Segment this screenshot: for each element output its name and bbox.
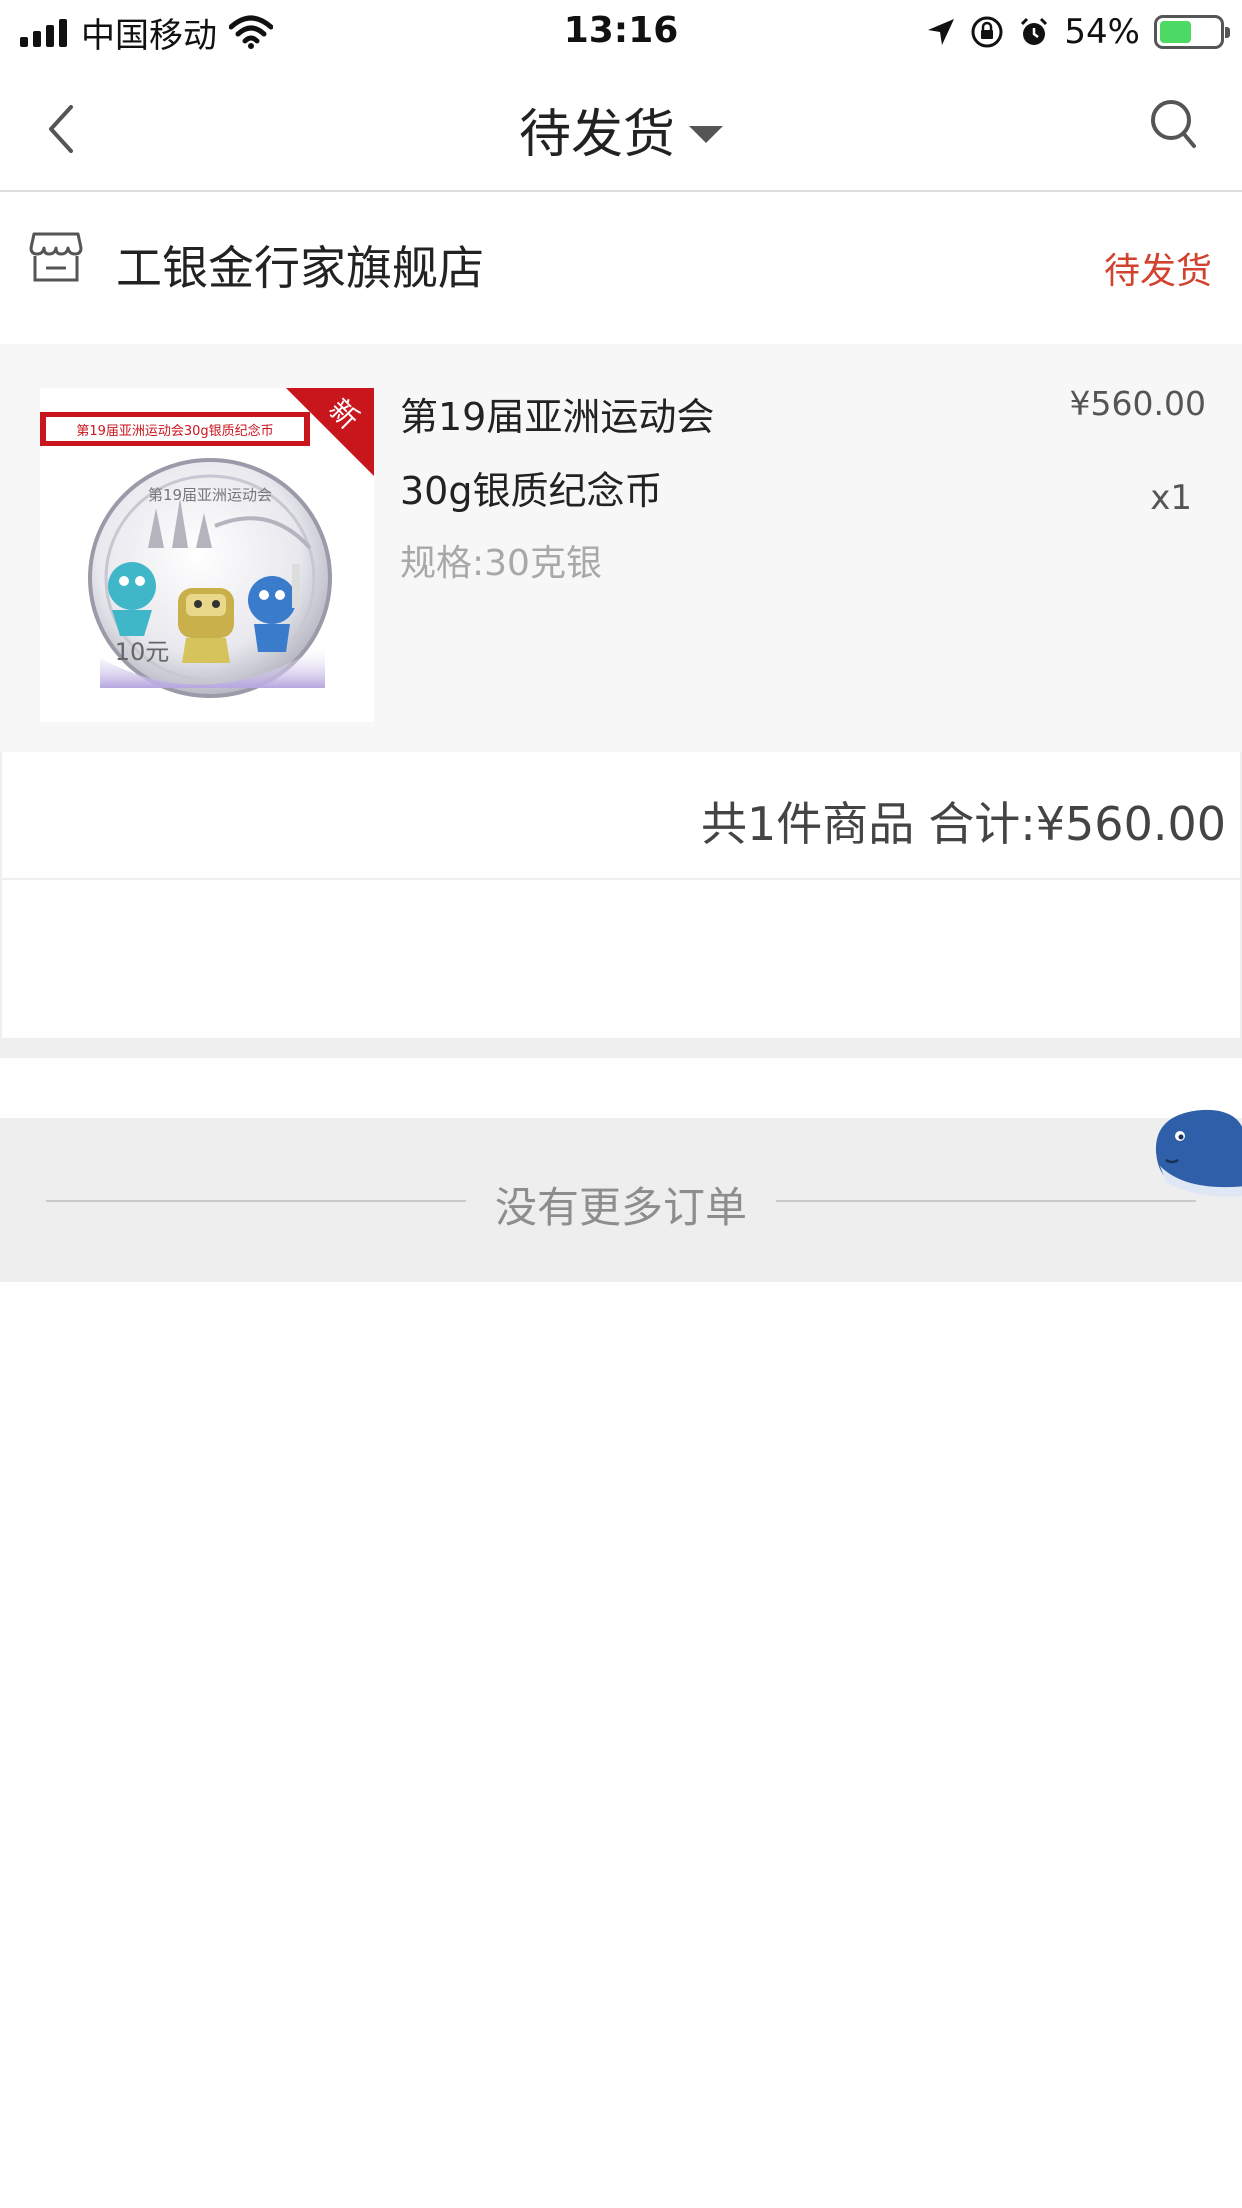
status-bar-right: 54% xyxy=(926,10,1230,54)
order-summary: 共1件商品 合计:¥560.00 xyxy=(0,752,1242,878)
location-arrow-icon xyxy=(928,19,955,45)
coin-value-text: 10元 xyxy=(115,638,170,666)
order-list-page: 中国移动 13:16 54% 待发货 工银金行家旗舰店 待发货 第19届亚洲运动… xyxy=(0,0,1242,2208)
product-image-banner-text: 第19届亚洲运动会30g银质纪念币 xyxy=(76,423,273,439)
whale-assistant-icon[interactable] xyxy=(1146,1100,1242,1200)
product-name: 第19届亚洲运动会30g银质纪念币 xyxy=(400,395,715,513)
search-icon xyxy=(1151,100,1196,148)
shop-header[interactable]: 工银金行家旗舰店 待发货 xyxy=(0,194,1242,342)
divider-line-right xyxy=(776,1200,1196,1202)
product-price: ¥560.00 xyxy=(1069,384,1206,423)
no-more-orders-text: 没有更多订单 xyxy=(494,1183,747,1232)
battery-level xyxy=(1160,21,1192,43)
order-status-label: 待发货 xyxy=(1103,251,1212,292)
status-bar: 中国移动 13:16 54% xyxy=(0,0,1242,64)
list-end-indicator: 没有更多订单 xyxy=(0,1118,1242,1282)
shop-name: 工银金行家旗舰店 xyxy=(116,241,484,295)
order-actions-area xyxy=(0,878,1242,1058)
caret-down-icon xyxy=(689,125,723,143)
coin-title-text: 第19届亚洲运动会 xyxy=(148,486,272,504)
search-button[interactable] xyxy=(1142,90,1206,160)
order-item[interactable]: 第19届亚洲运动会30g银质纪念币 新 第19届亚洲运动会 10元 第19届亚洲… xyxy=(0,344,1242,752)
orientation-lock-icon xyxy=(971,16,1003,48)
item-count: 共1件商品 xyxy=(700,797,915,851)
alarm-icon xyxy=(1021,17,1048,45)
battery-icon xyxy=(1154,15,1230,49)
product-image[interactable]: 第19届亚洲运动会30g银质纪念币 新 第19届亚洲运动会 10元 xyxy=(40,388,374,722)
product-quantity: x1 xyxy=(1150,478,1192,518)
page-title: 待发货 xyxy=(518,104,675,165)
status-filter-dropdown[interactable]: 待发货 xyxy=(0,94,1242,165)
product-spec: 规格:30克银 xyxy=(400,543,602,584)
battery-percent: 54% xyxy=(1064,12,1140,52)
store-icon xyxy=(29,232,83,282)
coin-product-illustration: 第19届亚洲运动会30g银质纪念币 新 第19届亚洲运动会 10元 xyxy=(40,388,374,722)
order-total: 合计:¥560.00 xyxy=(928,797,1226,851)
order-summary-text: 共1件商品 合计:¥560.00 xyxy=(701,788,1226,854)
nav-bar: 待发货 xyxy=(0,64,1242,192)
